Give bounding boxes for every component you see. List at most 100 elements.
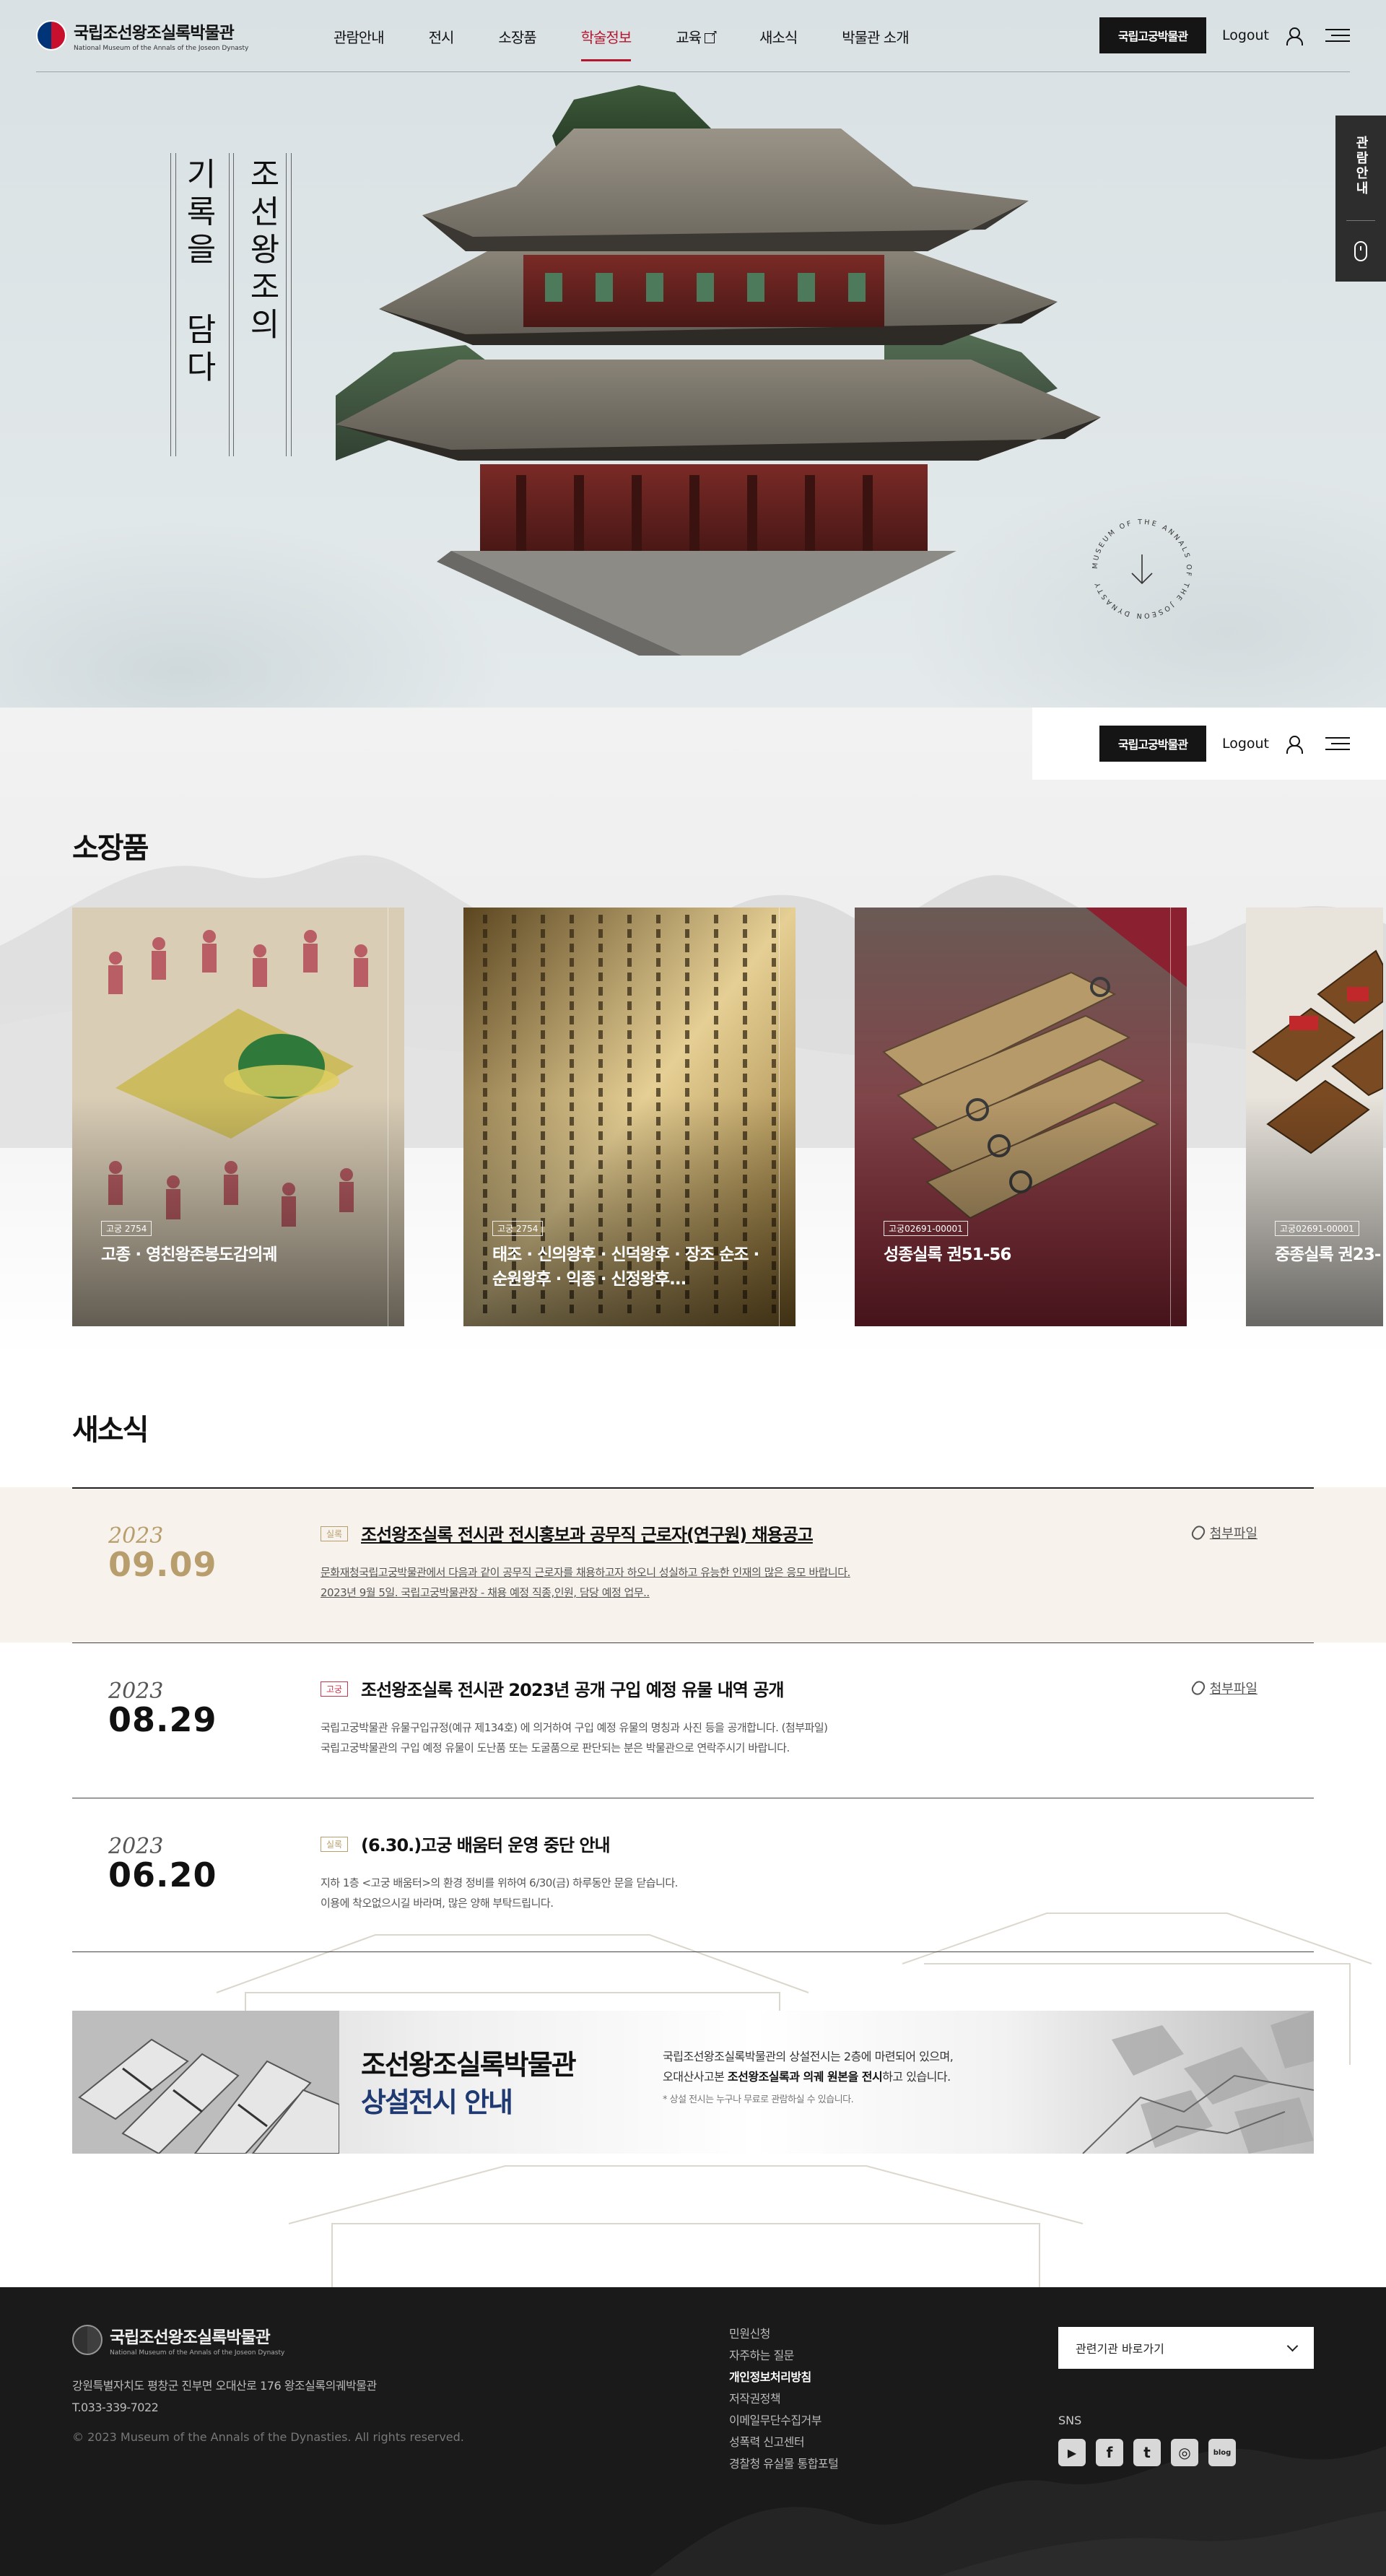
news-headline[interactable]: 조선왕조실록 전시관 전시홍보과 공무직 근로자(연구원) 채용공고: [361, 1520, 814, 1546]
news-headline[interactable]: (6.30.)고궁 배움터 운영 중단 안내: [361, 1831, 611, 1856]
news-summary: 지하 1층 <고궁 배움터>의 환경 정비를 위하여 6/30(금) 하루동안 …: [321, 1873, 970, 1913]
news-item[interactable]: 2023 09.09 실록 조선왕조실록 전시관 전시홍보과 공무직 근로자(연…: [0, 1487, 1386, 1642]
nav-item-collection[interactable]: 소장품: [498, 26, 536, 61]
card-title: 중종실록 권23-: [1275, 1245, 1381, 1264]
hero-title-line2: 기록을 담다: [180, 157, 217, 388]
card-tag: 고궁02691-00001: [1275, 1221, 1359, 1236]
footer-logo-title: 국립조선왕조실록박물관: [110, 2328, 271, 2347]
footer-links: 민원신청 자주하는 질문 개인정보처리방침 저작권정책 이메일무단수집거부 성폭…: [729, 2323, 839, 2475]
collection-title: 소장품: [72, 832, 149, 865]
nav-item-education[interactable]: 교육: [676, 26, 717, 61]
banner-subtitle: 상설전시 안내: [361, 2087, 513, 2118]
header-utility: 국립고궁박물관 Logout: [1099, 17, 1350, 53]
chevron-down-icon: [1286, 2340, 1299, 2351]
footer-link-faq[interactable]: 자주하는 질문: [729, 2345, 838, 2367]
paperclip-icon: [1189, 1679, 1208, 1697]
attachment-label: 첨부파일: [1209, 1526, 1258, 1541]
news-category-badge: 실록: [321, 1837, 349, 1852]
related-sites-label: 관련기관 바로가기: [1076, 2342, 1164, 2356]
footer-link-complaint[interactable]: 민원신청: [729, 2323, 838, 2345]
related-sites-select[interactable]: 관련기관 바로가기: [1058, 2327, 1314, 2369]
footer-logo[interactable]: 국립조선왕조실록박물관 National Museum of the Annal…: [72, 2323, 284, 2357]
news-date: 06.20: [108, 1855, 217, 1894]
blog-icon[interactable]: blog: [1208, 2439, 1236, 2466]
user-icon[interactable]: [1285, 734, 1303, 754]
site-header: 국립조선왕조실록박물관 National Museum of the Annal…: [0, 0, 1386, 72]
banner-desc-text: 하고 있습니다.: [882, 2070, 951, 2084]
news-item[interactable]: 2023 06.20 실록 (6.30.)고궁 배움터 운영 중단 안내 지하 …: [0, 1798, 1386, 1953]
banner-desc-emphasis: 조선왕조실록과 의궤 원본을 전시: [727, 2070, 883, 2084]
annals-books-illustration: [72, 2011, 339, 2154]
footer-link-report-center[interactable]: 성폭력 신고센터: [729, 2432, 838, 2453]
taegeuk-logo-icon: [72, 2325, 103, 2355]
attachment-link[interactable]: 첨부파일: [1189, 1523, 1258, 1542]
hero-title-line1: 조선왕조의: [243, 157, 280, 345]
twitter-icon[interactable]: t: [1133, 2439, 1161, 2466]
scroll-down-badge[interactable]: MUSEUM OF THE ANNALS OF THE JOSEON DYNAS…: [1084, 511, 1200, 627]
nav-item-news[interactable]: 새소식: [759, 26, 798, 61]
news-item[interactable]: 2023 08.29 고궁 조선왕조실록 전시관 2023년 공개 구입 예정 …: [0, 1642, 1386, 1798]
hero-section: 조선왕조의 기록을 담다 MUSEUM OF THE ANNALS OF THE…: [0, 0, 1386, 708]
footer-contact: 강원특별자치도 평창군 진부면 오대산로 176 왕조실록의궤박물관 T.033…: [72, 2375, 377, 2419]
card-title: 고종 · 영친왕존봉도감의궤: [101, 1245, 278, 1264]
quick-tab-label: 관람안내: [1354, 136, 1369, 196]
collection-carousel: 고궁 2754 고종 · 영친왕존봉도감의궤 고궁 2754 태조 · 신의왕후…: [72, 908, 1383, 1326]
sns-label: SNS: [1058, 2414, 1082, 2427]
arrow-down-icon: [1131, 554, 1153, 585]
banner-title: 조선왕조실록박물관: [361, 2049, 577, 2081]
nav-item-visit[interactable]: 관람안내: [334, 26, 385, 61]
news-headline[interactable]: 조선왕조실록 전시관 2023년 공개 구입 예정 유물 내역 공개: [361, 1676, 784, 1701]
collection-card[interactable]: 고궁 2754 태조 · 신의왕후 · 신덕왕후 · 장조 순조 · 순원왕후 …: [463, 908, 796, 1326]
card-tag: 고궁 2754: [101, 1221, 152, 1236]
site-footer: 국립조선왕조실록박물관 National Museum of the Annal…: [0, 2287, 1386, 2576]
footer-link-lost-items[interactable]: 경찰청 유실물 통합포털: [729, 2453, 839, 2475]
hamburger-menu-icon[interactable]: [1325, 27, 1350, 43]
footer-copyright: © 2023 Museum of the Annals of the Dynas…: [72, 2430, 464, 2444]
nav-item-research[interactable]: 학술정보: [580, 26, 632, 61]
card-tag: 고궁02691-00001: [884, 1221, 968, 1236]
news-list: 2023 09.09 실록 조선왕조실록 전시관 전시홍보과 공무직 근로자(연…: [0, 1487, 1386, 1953]
logout-link[interactable]: Logout: [1222, 27, 1269, 43]
youtube-icon[interactable]: ▶: [1058, 2439, 1086, 2466]
nav-item-about[interactable]: 박물관 소개: [842, 26, 909, 61]
hamburger-menu-icon[interactable]: [1325, 736, 1350, 752]
palace-museum-button[interactable]: 국립고궁박물관: [1099, 17, 1206, 53]
collection-card[interactable]: 고궁02691-00001 성종실록 권51-56: [855, 908, 1187, 1326]
facebook-icon[interactable]: f: [1096, 2439, 1123, 2466]
footer-link-copyright-policy[interactable]: 저작권정책: [729, 2388, 838, 2410]
collection-card[interactable]: 고궁02691-00001 중종실록 권23-: [1246, 908, 1383, 1326]
card-title: 성종실록 권51-56: [884, 1245, 1011, 1264]
footer-logo-subtitle: National Museum of the Annals of the Jos…: [110, 2349, 285, 2357]
hero-vertical-title: 조선왕조의 기록을 담다: [170, 153, 292, 456]
instagram-icon[interactable]: ◎: [1171, 2439, 1198, 2466]
footer-link-email-refusal[interactable]: 이메일무단수집거부: [729, 2410, 838, 2432]
news-summary-line: 국립고궁박물관 유물구입규정(예규 제134호) 에 의거하여 구입 예정 유물…: [321, 1721, 828, 1734]
news-summary: 문화재청국립고궁박물관에서 다음과 같이 공무직 근로자를 채용하고자 하오니 …: [321, 1562, 970, 1603]
logo-title: 국립조선왕조실록박물관: [74, 24, 235, 43]
footer-link-privacy[interactable]: 개인정보처리방침: [729, 2367, 838, 2388]
news-date: 09.09: [108, 1545, 217, 1584]
mouse-scroll-icon: [1354, 241, 1367, 261]
nav-item-exhibition[interactable]: 전시: [429, 26, 455, 61]
site-logo[interactable]: 국립조선왕조실록박물관 National Museum of the Annal…: [36, 19, 248, 52]
footer-phone: T.033-339-7022: [72, 2401, 159, 2414]
palace-museum-button[interactable]: 국립고궁박물관: [1099, 726, 1206, 762]
news-summary-line: 문화재청국립고궁박물관에서 다음과 같이 공무직 근로자를 채용하고자 하오니 …: [321, 1566, 850, 1579]
user-icon[interactable]: [1285, 26, 1303, 45]
external-link-icon: [705, 28, 717, 43]
banner-desc-line: 국립조선왕조실록박물관의 상설전시는 2층에 마련되어 있으며,: [663, 2050, 954, 2063]
paperclip-icon: [1189, 1523, 1208, 1542]
stone-rubble-illustration: [1082, 2011, 1314, 2154]
logout-link[interactable]: Logout: [1222, 736, 1269, 752]
news-summary-line: 국립고궁박물관의 구입 예정 유물이 도난품 또는 도굴품으로 판단되는 분은 …: [321, 1741, 790, 1754]
taegeuk-logo-icon: [36, 20, 66, 51]
attachment-link[interactable]: 첨부파일: [1189, 1679, 1258, 1697]
news-title: 새소식: [72, 1414, 149, 1447]
news-date: 08.29: [108, 1700, 217, 1739]
permanent-exhibition-banner[interactable]: 조선왕조실록박물관 상설전시 안내 국립조선왕조실록박물관의 상설전시는 2층에…: [72, 2011, 1314, 2154]
collection-card[interactable]: 고궁 2754 고종 · 영친왕존봉도감의궤: [72, 908, 404, 1326]
quick-visit-tab[interactable]: 관람안내: [1335, 116, 1386, 282]
banner-desc-line: 오대산사고본 조선왕조실록과 의궤 원본을 전시하고 있습니다.: [663, 2067, 951, 2084]
news-category-badge: 고궁: [321, 1681, 349, 1697]
nav-item-education-label: 교육: [676, 29, 702, 46]
